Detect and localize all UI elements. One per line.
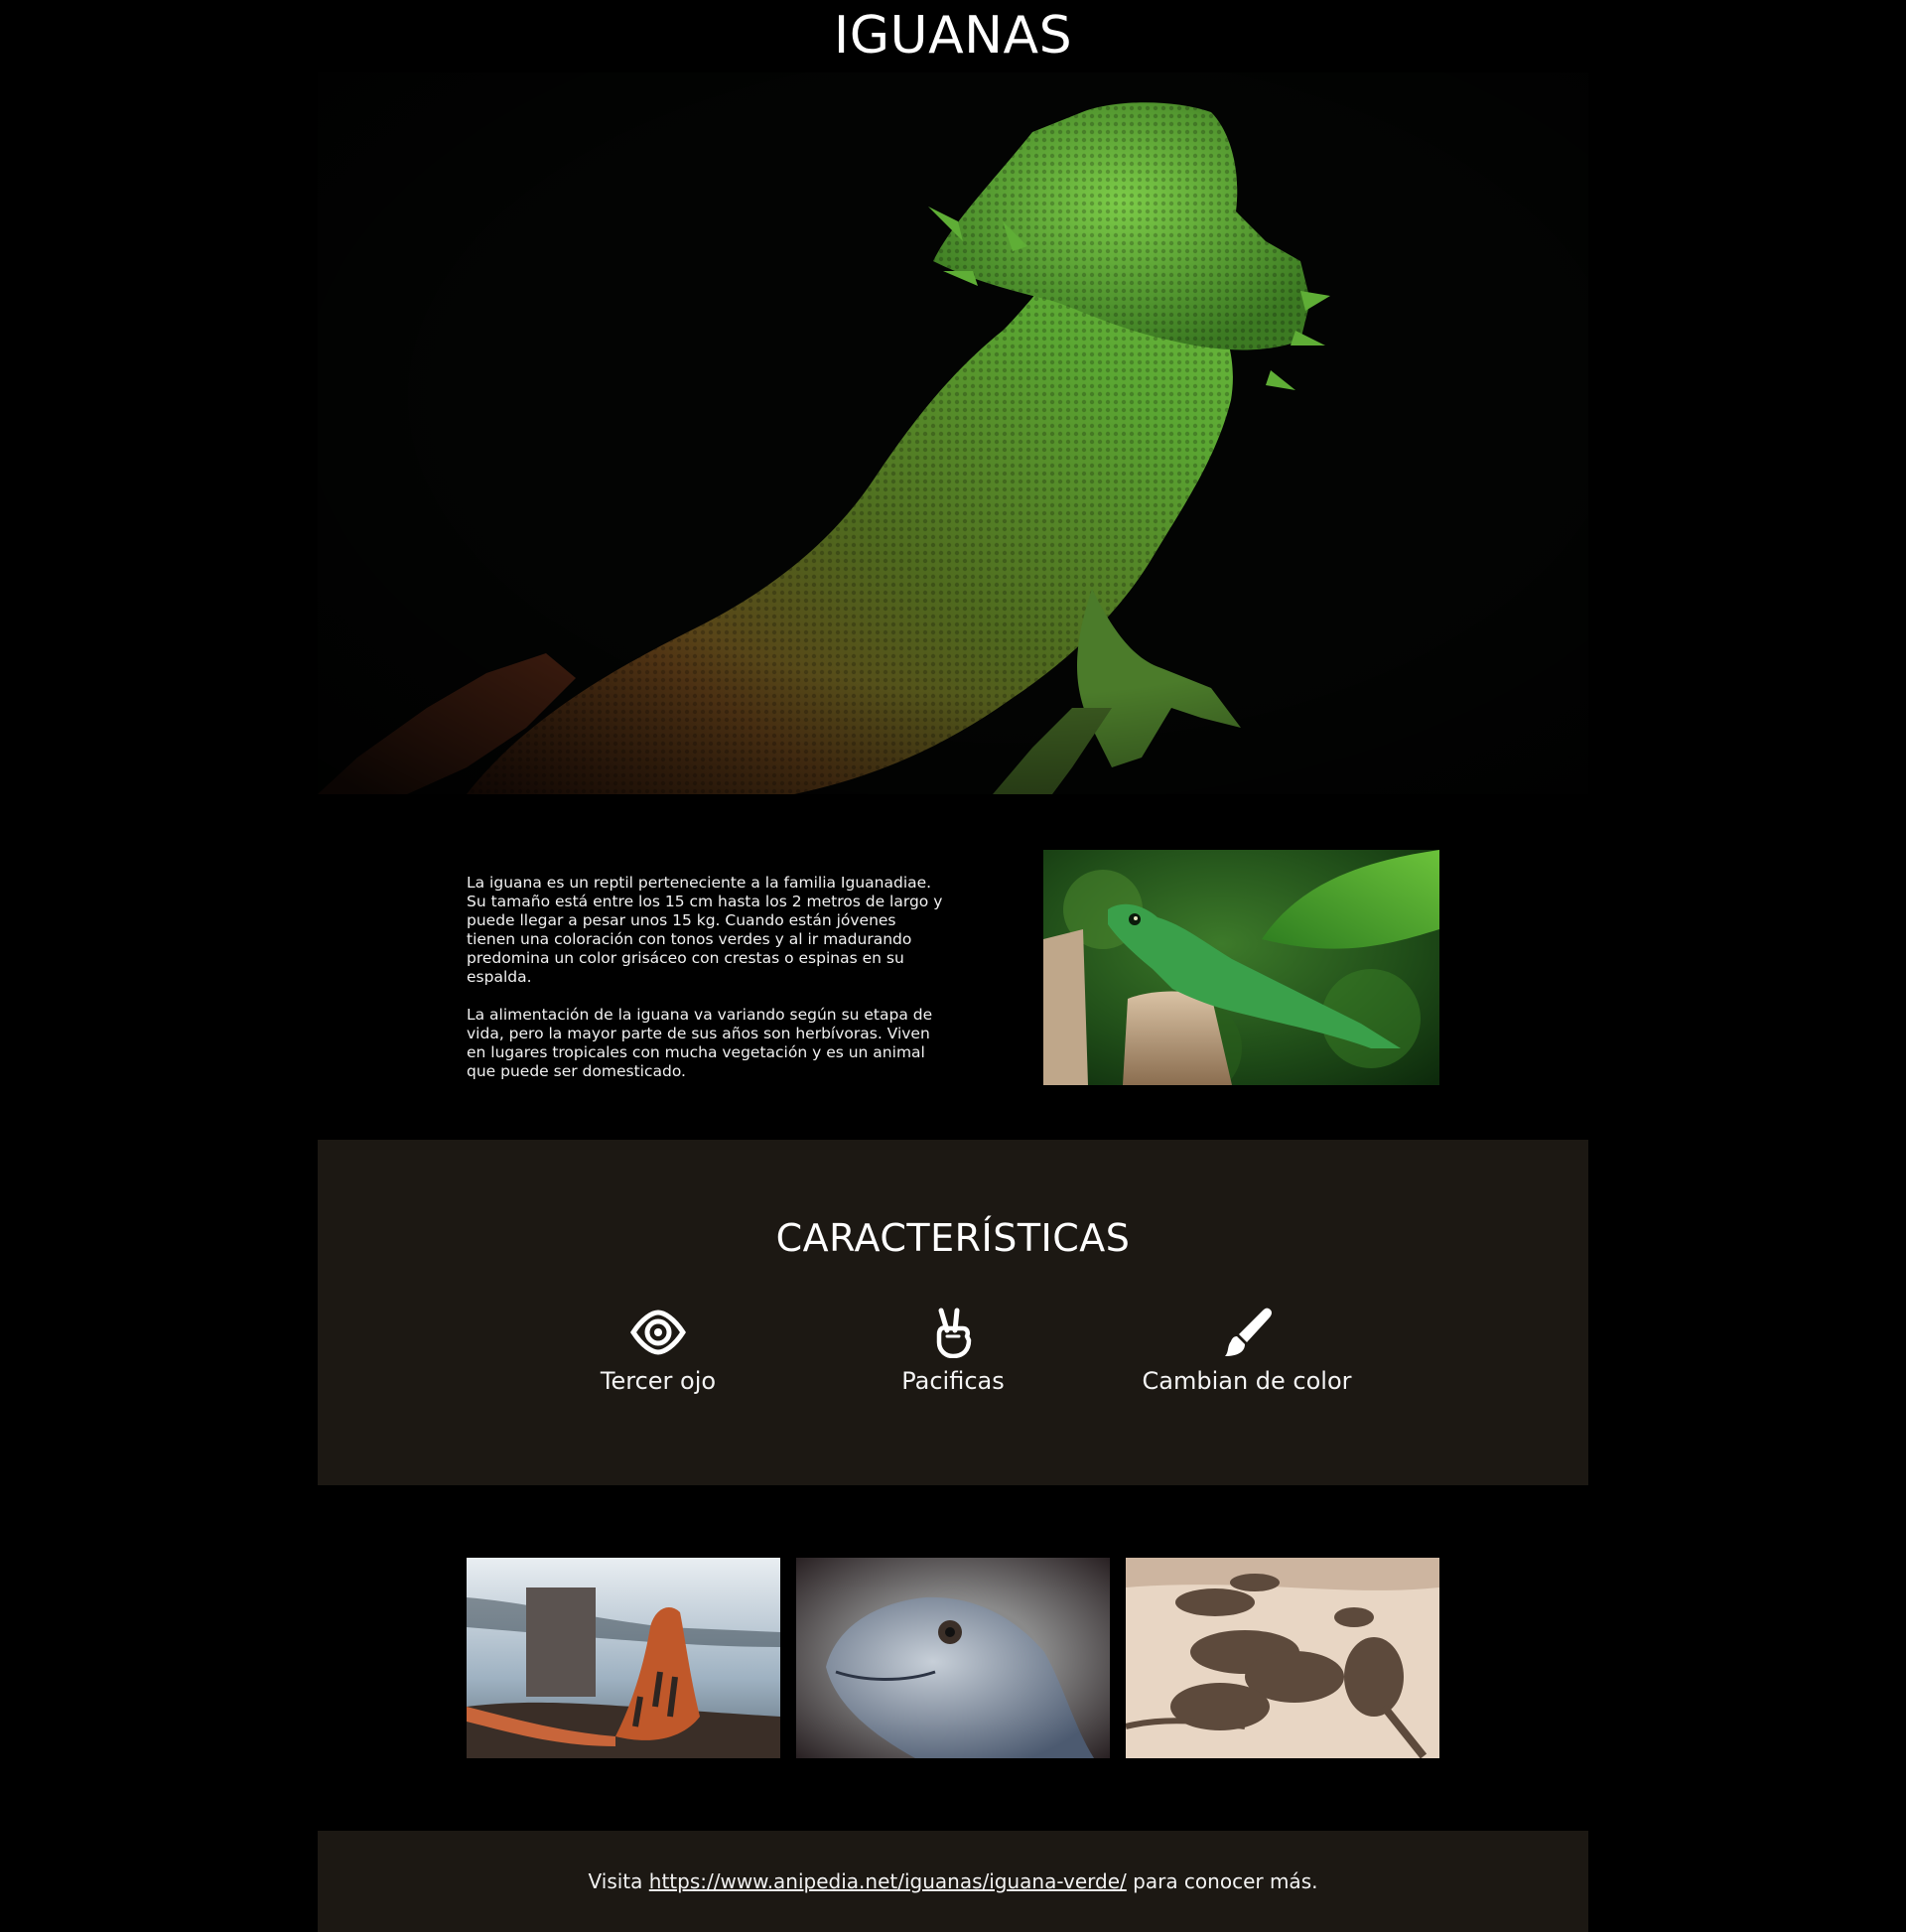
feature-pacificas: Pacificas xyxy=(804,1307,1102,1396)
intro-text: La iguana es un reptil perteneciente a l… xyxy=(467,874,943,1100)
page: IGUANAS La iguana es un reptil perteneci… xyxy=(0,0,1906,1932)
anipedia-link[interactable]: https://www.anipedia.net/iguanas/iguana-… xyxy=(649,1869,1127,1893)
feature-label: Tercer ojo xyxy=(600,1367,717,1395)
feature-cambian-de-color: Cambian de color xyxy=(1098,1307,1396,1396)
feature-label: Pacificas xyxy=(901,1367,1005,1395)
feature-tercer-ojo: Tercer ojo xyxy=(509,1307,807,1396)
features-section: CARACTERÍSTICAS Tercer ojo Pacificas Cam xyxy=(318,1140,1588,1485)
hero-image xyxy=(318,72,1588,794)
gallery-image-iguana-head xyxy=(796,1558,1110,1758)
page-title: IGUANAS xyxy=(833,6,1073,66)
intro-paragraph-2: La alimentación de la iguana va variando… xyxy=(467,1006,933,1080)
gallery-image-orange-iguana xyxy=(467,1558,780,1758)
paintbrush-icon xyxy=(1225,1308,1272,1356)
footer-text: Visita https://www.anipedia.net/iguanas/… xyxy=(318,1868,1588,1894)
peace-hand-icon xyxy=(936,1308,972,1358)
feature-label: Cambian de color xyxy=(1142,1367,1352,1395)
footer-prefix: Visita xyxy=(588,1869,643,1893)
gallery-image-iguanas-beach xyxy=(1126,1558,1439,1758)
eye-icon xyxy=(630,1310,686,1355)
iguana-on-stump-photo xyxy=(1043,850,1439,1085)
footer: Visita https://www.anipedia.net/iguanas/… xyxy=(318,1831,1588,1932)
features-heading: CARACTERÍSTICAS xyxy=(775,1216,1131,1260)
intro-paragraph-1: La iguana es un reptil perteneciente a l… xyxy=(467,874,943,986)
footer-suffix: para conocer más. xyxy=(1133,1869,1318,1893)
